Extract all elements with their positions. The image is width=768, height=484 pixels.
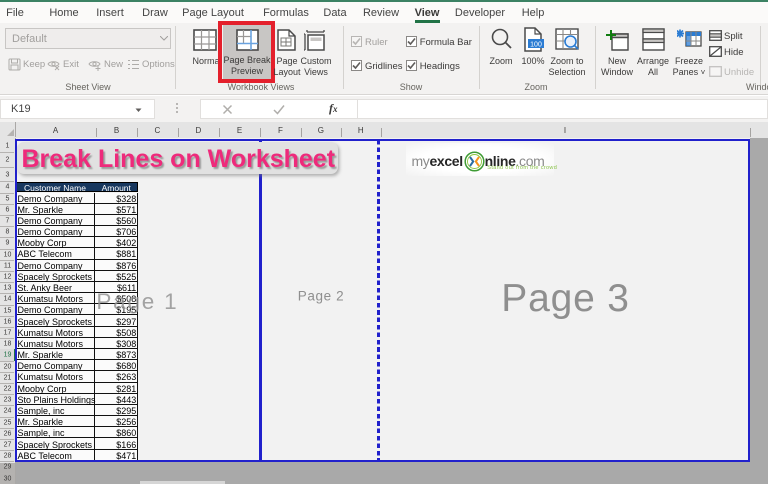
svg-text:100: 100	[530, 42, 542, 49]
